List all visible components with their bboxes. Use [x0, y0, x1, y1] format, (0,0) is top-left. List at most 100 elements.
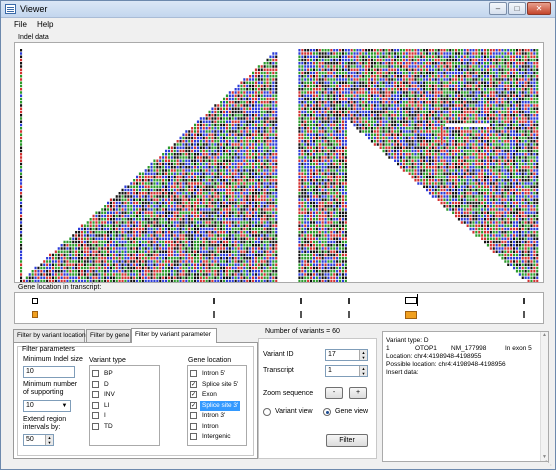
indel-sequence-view — [20, 49, 539, 282]
gene-view-label[interactable]: Gene view — [335, 408, 368, 415]
spin-down-icon[interactable]: ▼ — [359, 371, 367, 376]
checkbox-icon[interactable] — [190, 412, 197, 419]
checkbox-icon[interactable] — [92, 370, 99, 377]
variant-type-option[interactable]: TD — [92, 422, 157, 432]
gene-bar-start — [32, 311, 38, 318]
variant-type-option-label: LI — [104, 401, 110, 409]
possible-location-info: Possible location: chr4:4198948-4198956 — [386, 361, 506, 368]
menu-file[interactable]: File — [14, 20, 27, 29]
insert-gap-marker — [445, 124, 490, 127]
variant-type-option-label: I — [104, 412, 106, 419]
min-supporting-label-2: of supporting — [23, 389, 64, 396]
zoom-out-button[interactable]: - — [325, 387, 343, 399]
resize-grip-icon[interactable]: ⋱ — [545, 459, 553, 467]
checkbox-icon[interactable] — [92, 391, 99, 398]
exon-tick — [523, 298, 525, 304]
insert-data-info: Insert data: — [386, 369, 419, 376]
close-icon[interactable]: ✕ — [527, 2, 551, 15]
checkbox-icon[interactable] — [92, 422, 99, 430]
checkbox-icon[interactable]: ✓ — [190, 401, 197, 409]
indel-data-panel[interactable] — [14, 42, 544, 283]
checkbox-icon[interactable] — [190, 433, 197, 440]
gene-location-option[interactable]: Intergenic — [190, 432, 255, 442]
exon-tick — [300, 298, 302, 304]
gene-location-option[interactable]: Intron 3' — [190, 411, 255, 421]
min-indel-size-input[interactable]: 10 — [23, 366, 75, 378]
transcript-spinner[interactable]: 1 ▲ ▼ — [325, 365, 368, 377]
gene-location-option-label: Splice site 3' — [200, 400, 241, 411]
checkbox-icon[interactable] — [190, 422, 197, 430]
gene-location-option[interactable]: Intron 5' — [190, 369, 255, 379]
checkbox-icon[interactable] — [92, 401, 99, 409]
gene-location-option[interactable]: Intron — [190, 422, 255, 432]
checkbox-icon[interactable] — [92, 380, 99, 388]
gene-location-option[interactable]: ✓ Exon — [190, 390, 255, 400]
extend-region-label: Extend region — [23, 416, 67, 423]
gene-location-list[interactable]: Intron 5' ✓ Splice site 5' ✓ Exon ✓ Splice sit… — [187, 365, 247, 446]
gene-location-option[interactable]: ✓ Splice site 3' — [190, 400, 255, 411]
insert-position-marker — [441, 125, 443, 145]
minimize-icon[interactable]: – — [489, 2, 507, 15]
gene-view-radio[interactable] — [323, 408, 331, 416]
selected-exon-tick — [417, 294, 418, 306]
info-scrollbar[interactable]: ▲ ▼ — [540, 332, 548, 461]
zoom-in-button[interactable]: + — [349, 387, 367, 399]
zoom-sequence-label: Zoom sequence — [263, 390, 314, 397]
gene-location-option[interactable]: ✓ Splice site 5' — [190, 380, 255, 390]
spin-down-icon[interactable]: ▼ — [359, 355, 367, 360]
spin-down-icon[interactable]: ▼ — [45, 440, 53, 445]
variant-id-value: 17 — [328, 351, 336, 358]
scroll-up-icon[interactable]: ▲ — [541, 332, 548, 339]
variant-type-option[interactable]: LI — [92, 401, 157, 411]
variant-view-label[interactable]: Variant view — [275, 408, 313, 415]
variant-type-option-label: INV — [104, 391, 115, 398]
filter-parameters-label: Filter parameters — [22, 346, 75, 353]
variant-type-label: Variant type — [89, 357, 126, 364]
variant-type-option-label: D — [104, 380, 109, 388]
variant-id-label: Variant ID — [263, 351, 294, 358]
checkbox-icon[interactable]: ✓ — [190, 380, 197, 388]
title-bar[interactable]: Viewer – □ ✕ — [1, 1, 555, 18]
checkbox-icon[interactable] — [92, 412, 99, 419]
viewer-window: Viewer – □ ✕ File Help Indel data Gene l… — [0, 0, 556, 470]
variant-type-option[interactable]: BP — [92, 369, 157, 379]
number-of-variants: Number of variants = 60 — [265, 328, 340, 335]
variant-type-option[interactable]: D — [92, 380, 157, 390]
variant-type-list[interactable]: BP D INV LI I TD — [89, 365, 160, 446]
variant-type-option[interactable]: I — [92, 411, 157, 421]
maximize-icon[interactable]: □ — [508, 2, 526, 15]
checkbox-icon[interactable] — [190, 370, 197, 377]
filter-button[interactable]: Filter — [326, 434, 368, 447]
chevron-down-icon[interactable]: ▼ — [60, 402, 69, 410]
gene-location-option-label: Intergenic — [202, 433, 231, 440]
gene-name-info: OTOP1 — [415, 345, 437, 352]
variant-view-radio[interactable] — [263, 408, 271, 416]
variant-info-panel[interactable]: Variant type: D 1 OTOP1 NM_177998 In exo… — [382, 331, 549, 462]
transcript-id-info: NM_177998 — [451, 345, 487, 352]
variant-type-info: Variant type: D — [386, 337, 429, 344]
extend-region-value: 50 — [26, 436, 34, 443]
tab-filter-by-variant-location[interactable]: Filter by variant location — [13, 329, 86, 342]
checkbox-icon[interactable]: ✓ — [190, 391, 197, 398]
variant-type-option[interactable]: INV — [92, 390, 157, 400]
tab-filter-by-gene[interactable]: Filter by gene — [86, 329, 131, 342]
filter-by-variant-parameter-panel: Filter parameters Minimum Indel size 10 … — [13, 342, 258, 459]
gene-location-option-label: Intron — [202, 422, 219, 430]
tab-filter-by-variant-parameter[interactable]: Filter by variant parameter — [131, 328, 217, 343]
gene-bar-tick — [213, 311, 215, 318]
location-info: Location: chr4:4198948-4198955 — [386, 353, 482, 360]
menu-help[interactable]: Help — [37, 20, 53, 29]
extend-region-label-2: intervals by: — [23, 424, 61, 431]
transcript-value: 1 — [328, 367, 332, 374]
gene-location-panel[interactable] — [14, 292, 544, 324]
min-supporting-label: Minimum number — [23, 381, 78, 388]
menu-bar: File Help — [1, 18, 555, 32]
variant-id-spinner[interactable]: 17 ▲ ▼ — [325, 349, 368, 361]
extend-region-spinner[interactable]: 50 ▲ ▼ — [23, 434, 54, 446]
variant-type-option-label: TD — [104, 422, 113, 430]
read-alignment — [20, 49, 539, 282]
min-supporting-select[interactable]: 10 ▼ — [23, 400, 71, 412]
transcript-label: Transcript — [263, 367, 294, 374]
app-icon — [5, 4, 16, 14]
gene-location-option-label: Splice site 5' — [202, 380, 239, 388]
